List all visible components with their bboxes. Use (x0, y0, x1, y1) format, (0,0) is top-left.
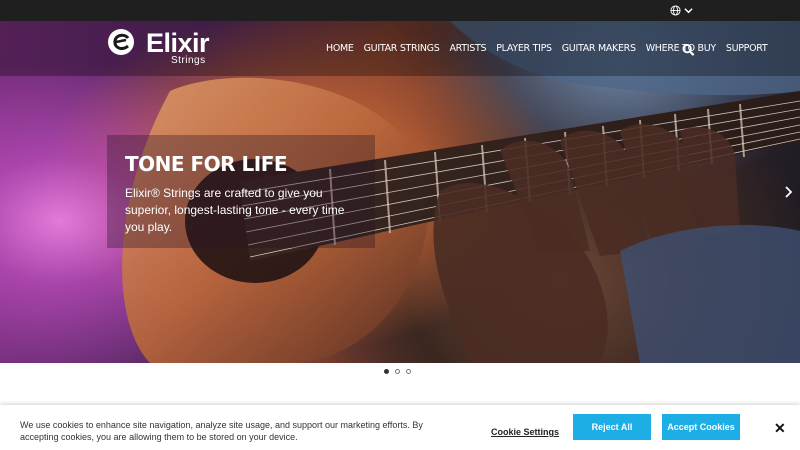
chevron-down-icon (684, 8, 693, 14)
nav-item-home[interactable]: HOME (326, 43, 354, 54)
hero-title: TONE FOR LIFE (125, 152, 288, 176)
nav-item-guitar-strings[interactable]: GUITAR STRINGS (364, 43, 440, 54)
hero-description: Elixir® Strings are crafted to give you … (125, 186, 345, 234)
accept-cookies-button[interactable]: Accept Cookies (662, 414, 740, 440)
cookie-message: We use cookies to enhance site navigatio… (20, 420, 423, 442)
nav-item-artists[interactable]: ARTISTS (449, 43, 486, 54)
slide-dot-3[interactable] (406, 369, 411, 374)
primary-nav: HOME GUITAR STRINGS ARTISTS PLAYER TIPS … (326, 43, 768, 54)
search-icon[interactable] (682, 43, 695, 57)
nav-item-support[interactable]: SUPPORT (726, 43, 768, 54)
brand-subtitle: Strings (171, 55, 206, 66)
nav-item-guitar-makers[interactable]: GUITAR MAKERS (562, 43, 636, 54)
slide-dot-2[interactable] (395, 369, 400, 374)
elixir-logo[interactable] (106, 29, 146, 67)
close-icon[interactable]: ✕ (774, 421, 786, 435)
top-utility-bar (0, 0, 800, 21)
slider-pagination (384, 369, 411, 374)
language-selector[interactable] (670, 3, 693, 18)
cookie-banner: We use cookies to enhance site navigatio… (0, 405, 800, 450)
nav-item-where-to-buy[interactable]: WHERE TO BUY (646, 43, 716, 54)
next-slide-arrow-icon[interactable] (783, 182, 795, 202)
globe-icon (670, 5, 681, 16)
nav-item-player-tips[interactable]: PLAYER TIPS (496, 43, 552, 54)
cookie-settings-link[interactable]: Cookie Settings (491, 427, 559, 437)
reject-all-button[interactable]: Reject All (573, 414, 651, 440)
slide-dot-1[interactable] (384, 369, 389, 374)
